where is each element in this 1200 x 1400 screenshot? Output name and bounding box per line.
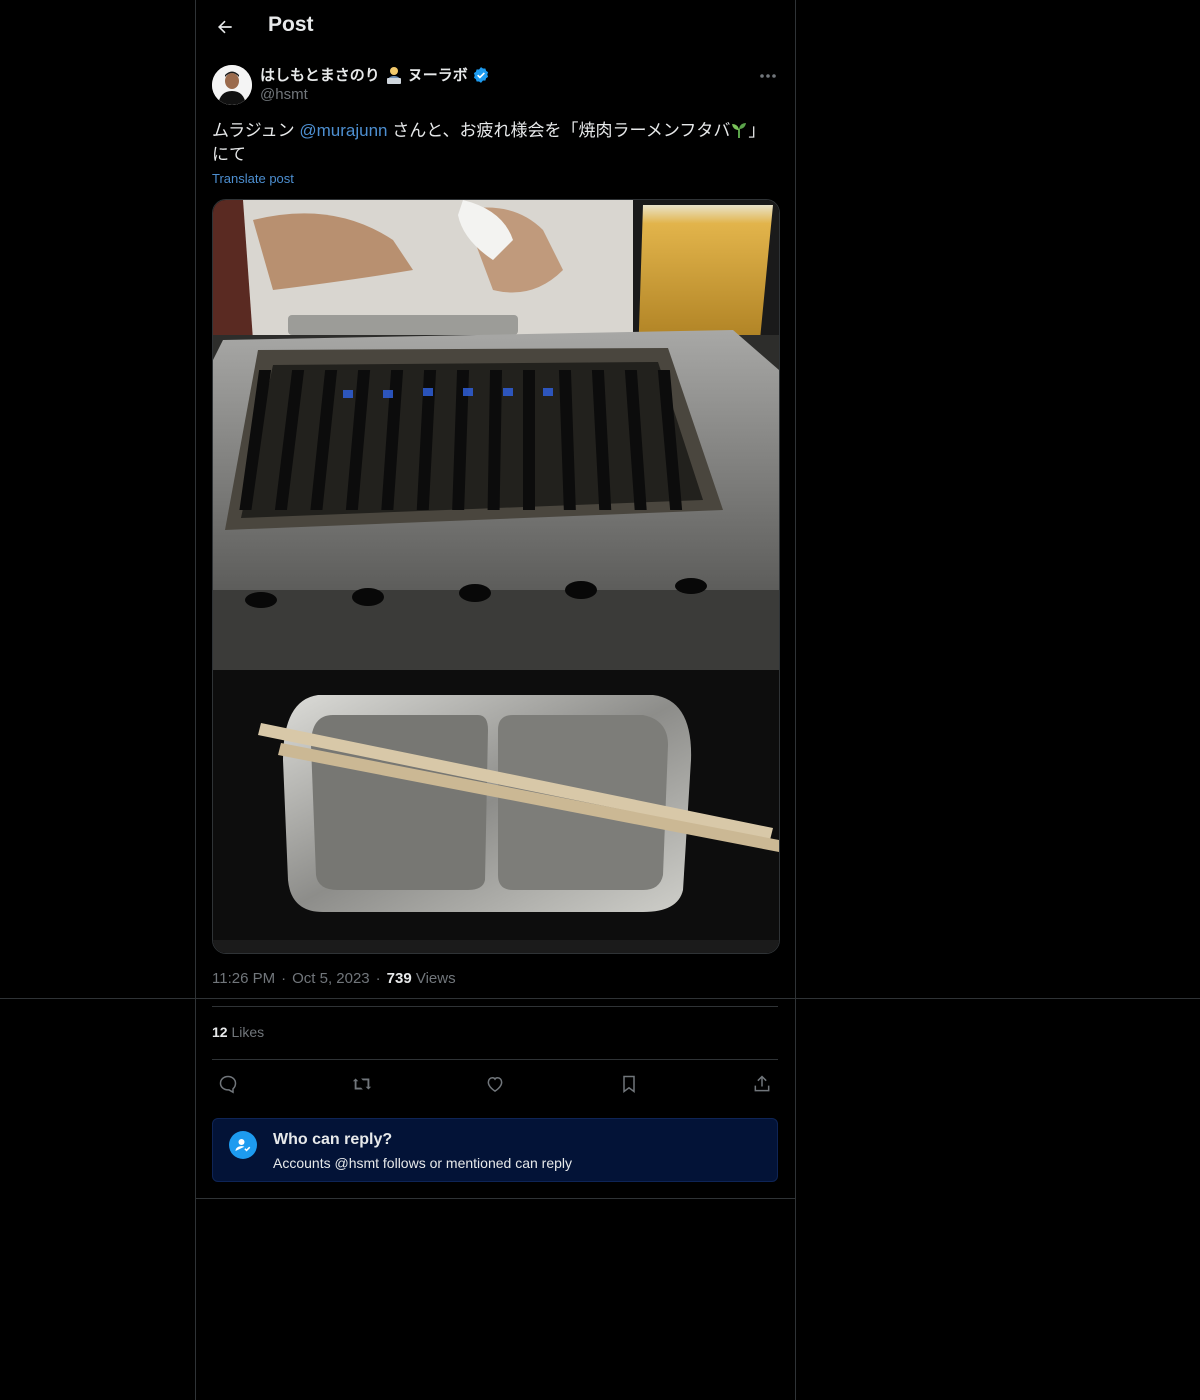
- more-options-button[interactable]: [754, 62, 782, 90]
- page-title: Post: [268, 13, 314, 36]
- separator-dot: ·: [281, 970, 287, 987]
- reply-restriction-notice: Who can reply? Accounts @hsmt follows or…: [212, 1118, 778, 1182]
- seedling-emoji-icon: [732, 123, 747, 138]
- back-button[interactable]: [210, 12, 240, 42]
- action-bar: [212, 1068, 778, 1100]
- reply-button[interactable]: [212, 1068, 244, 1100]
- divider: [212, 1006, 778, 1007]
- divider: [196, 1198, 795, 1199]
- back-arrow-icon: [218, 20, 232, 34]
- repost-button[interactable]: [346, 1068, 378, 1100]
- author-name-row: はしもとまさのり ヌーラボ: [260, 64, 490, 85]
- person-check-icon: [229, 1131, 257, 1159]
- share-icon: [754, 1075, 770, 1092]
- author-name[interactable]: はしもとまさのり: [260, 64, 380, 85]
- likes-label: Likes: [231, 1024, 265, 1040]
- avatar[interactable]: [212, 65, 252, 105]
- like-icon: [487, 1076, 503, 1092]
- reply-icon: [219, 1075, 237, 1094]
- share-button[interactable]: [746, 1068, 778, 1100]
- avatar-photo: [212, 65, 252, 105]
- separator-dot: ·: [375, 970, 381, 987]
- more-icon: [760, 74, 776, 78]
- bookmark-icon: [622, 1075, 635, 1093]
- reply-notice-subtitle: Accounts @hsmt follows or mentioned can …: [273, 1155, 573, 1171]
- post-time[interactable]: 11:26 PM: [212, 970, 275, 987]
- author-org[interactable]: ヌーラボ: [408, 64, 468, 85]
- technologist-emoji-icon: [386, 66, 401, 84]
- post-text-middle: さんと、お疲れ様会を「焼肉ラーメンフタバ: [387, 121, 731, 140]
- likes-count: 12: [212, 1024, 228, 1040]
- post-metadata: 11:26 PM · Oct 5, 2023 · 739 Views: [212, 970, 456, 987]
- repost-icon: [352, 1078, 371, 1090]
- author-handle[interactable]: @hsmt: [260, 86, 308, 103]
- post-date[interactable]: Oct 5, 2023: [292, 970, 370, 987]
- views-label: Views: [415, 970, 456, 987]
- likes-stat[interactable]: 12 Likes: [212, 1024, 264, 1040]
- reply-notice-title: Who can reply?: [273, 1131, 393, 1148]
- bookmark-button[interactable]: [613, 1068, 645, 1100]
- yakiniku-grill-photo: [213, 200, 779, 953]
- views-stat[interactable]: 739 Views: [387, 970, 456, 987]
- post-text-start: ムラジュン: [212, 121, 300, 140]
- views-count: 739: [386, 970, 412, 987]
- primary-column: Post はしもとまさのり ヌーラボ @hsmt ムラジュン @murajunn…: [195, 0, 796, 1400]
- translate-post-link[interactable]: Translate post: [212, 171, 294, 186]
- mention-link[interactable]: @murajunn: [299, 121, 387, 140]
- post-text: ムラジュン @murajunn さんと、お疲れ様会を「焼肉ラーメンフタバ 」にて: [212, 119, 778, 167]
- page-header: Post: [196, 0, 795, 54]
- verified-badge-icon[interactable]: [472, 66, 490, 84]
- post-photo[interactable]: [212, 199, 780, 954]
- divider: [212, 1059, 778, 1060]
- like-button[interactable]: [479, 1068, 511, 1100]
